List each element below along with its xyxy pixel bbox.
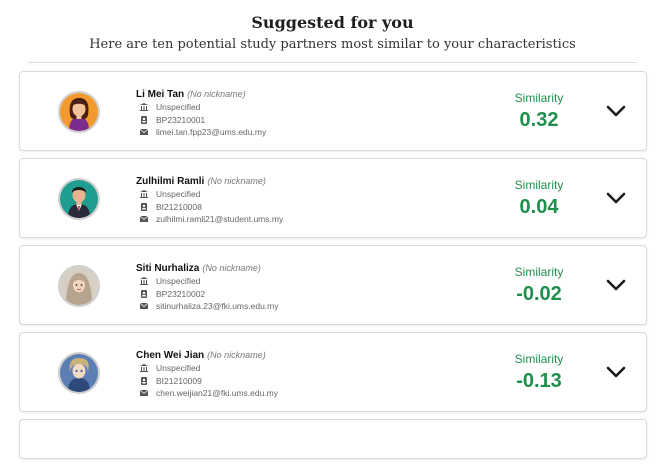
email-row: chen.weijian21@fki.ums.edu.my [140, 388, 278, 398]
partner-nickname: (No nickname) [207, 176, 266, 186]
partner-matric: BP23210001 [156, 115, 206, 125]
partner-name: Siti Nurhaliza [136, 263, 200, 274]
email-row: sitinurhaliza.23@fki.ums.edu.my [140, 301, 278, 311]
similarity-value: -0.13 [516, 370, 562, 392]
page-header: Suggested for you Here are ten potential… [0, 0, 665, 54]
partner-matric: BI21210009 [156, 376, 202, 386]
email-row: zulhilmi.ramli21@student.ums.my [140, 214, 283, 224]
chevron-down-icon[interactable] [605, 189, 627, 207]
envelope-icon [140, 302, 148, 310]
woman-orange-avatar-icon [58, 91, 100, 133]
partner-matric: BP23210002 [156, 289, 206, 299]
partner-faculty: Unspecified [156, 363, 201, 373]
similarity-value: -0.02 [516, 283, 562, 305]
partner-card[interactable]: Li Mei Tan (No nickname) Unspecified BP23… [19, 71, 647, 151]
partner-email: limei.tan.fpp23@ums.edu.my [156, 127, 267, 137]
partner-card[interactable]: Siti Nurhaliza (No nickname) Unspecified … [19, 245, 647, 325]
matric-row: BI21210009 [140, 376, 202, 386]
similarity-label: Similarity [514, 91, 564, 105]
partner-faculty: Unspecified [156, 189, 201, 199]
similarity-value: 0.32 [519, 109, 559, 131]
partner-email: chen.weijian21@fki.ums.edu.my [156, 388, 279, 398]
similarity-label: Similarity [514, 265, 564, 279]
partner-card[interactable]: Chen Wei Jian (No nickname) Unspecified B… [19, 332, 647, 412]
id-badge-icon [140, 377, 148, 385]
man-teal-avatar-icon [58, 178, 100, 220]
partner-email: sitinurhaliza.23@fki.ums.edu.my [156, 301, 279, 311]
faculty-row: Unspecified [140, 363, 200, 373]
partner-name: Li Mei Tan [136, 89, 185, 100]
building-icon [140, 190, 148, 198]
partner-card[interactable]: Zulhilmi Ramli (No nickname) Unspecified … [19, 158, 647, 238]
hijab-woman-avatar-icon [58, 265, 100, 307]
partner-card[interactable] [19, 419, 647, 459]
partner-matric: BI21210008 [156, 202, 202, 212]
faculty-row: Unspecified [140, 102, 200, 112]
envelope-icon [140, 215, 148, 223]
faculty-row: Unspecified [140, 276, 200, 286]
matric-row: BI21210008 [140, 202, 202, 212]
partner-email: zulhilmi.ramli21@student.ums.my [156, 214, 284, 224]
similarity-label: Similarity [514, 178, 564, 192]
partner-faculty: Unspecified [156, 276, 201, 286]
partner-nickname: (No nickname) [207, 350, 266, 360]
building-icon [140, 364, 148, 372]
id-badge-icon [140, 290, 148, 298]
faculty-row: Unspecified [140, 189, 200, 199]
building-icon [140, 103, 148, 111]
building-icon [140, 277, 148, 285]
partner-faculty: Unspecified [156, 102, 201, 112]
partner-nickname: (No nickname) [202, 263, 261, 273]
header-divider [28, 62, 637, 63]
similarity-value: 0.04 [519, 196, 559, 218]
partner-nickname: (No nickname) [187, 89, 246, 99]
id-badge-icon [140, 116, 148, 124]
partner-name: Zulhilmi Ramli [136, 176, 205, 187]
partner-name: Chen Wei Jian [136, 350, 205, 361]
id-badge-icon [140, 203, 148, 211]
chevron-down-icon[interactable] [605, 276, 627, 294]
matric-row: BP23210002 [140, 289, 205, 299]
email-row: limei.tan.fpp23@ums.edu.my [140, 127, 266, 137]
partner-list: Li Mei Tan (No nickname) Unspecified BP23… [19, 71, 648, 466]
page-title: Suggested for you [251, 13, 414, 32]
envelope-icon [140, 389, 148, 397]
envelope-icon [140, 128, 148, 136]
chevron-down-icon[interactable] [605, 363, 627, 381]
chevron-down-icon[interactable] [605, 102, 627, 120]
page-subtitle: Here are ten potential study partners mo… [89, 37, 576, 52]
similarity-label: Similarity [514, 352, 564, 366]
matric-row: BP23210001 [140, 115, 205, 125]
anime-boy-avatar-icon [58, 352, 100, 394]
